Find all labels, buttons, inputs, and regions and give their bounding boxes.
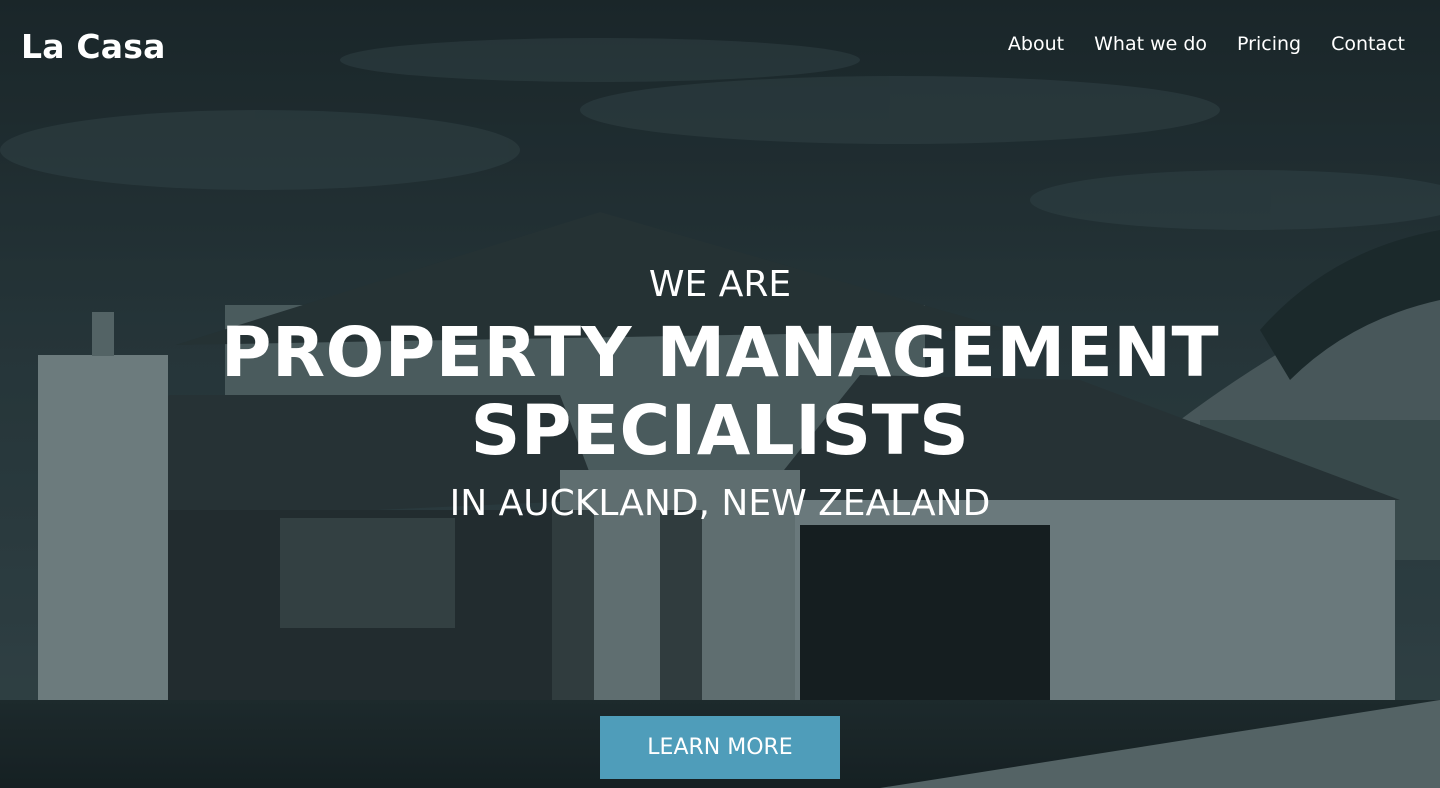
learn-more-button[interactable]: LEARN MORE bbox=[600, 716, 840, 779]
hero-title: PROPERTY MANAGEMENT SPECIALISTS bbox=[0, 314, 1440, 470]
nav-link-about[interactable]: About bbox=[1008, 33, 1064, 55]
nav-menu: About What we do Pricing Contact bbox=[1008, 30, 1405, 58]
hero-pretitle: WE ARE bbox=[648, 264, 792, 305]
brand-logo-link[interactable]: La Casa bbox=[21, 25, 166, 69]
nav-item-pricing: Pricing bbox=[1237, 30, 1301, 58]
hero-title-line-1: PROPERTY MANAGEMENT bbox=[220, 313, 1220, 393]
nav-link-contact[interactable]: Contact bbox=[1331, 33, 1405, 55]
nav-item-contact: Contact bbox=[1331, 30, 1405, 58]
hero-title-line-2: SPECIALISTS bbox=[470, 391, 970, 471]
top-navigation: La Casa About What we do Pricing Contact bbox=[0, 0, 1440, 92]
nav-item-what-we-do: What we do bbox=[1094, 30, 1207, 58]
nav-item-about: About bbox=[1008, 30, 1064, 58]
hero-subtitle: IN AUCKLAND, NEW ZEALAND bbox=[449, 483, 991, 524]
nav-link-what-we-do[interactable]: What we do bbox=[1094, 33, 1207, 55]
nav-link-pricing[interactable]: Pricing bbox=[1237, 33, 1301, 55]
hero-section: La Casa About What we do Pricing Contact… bbox=[0, 0, 1440, 788]
